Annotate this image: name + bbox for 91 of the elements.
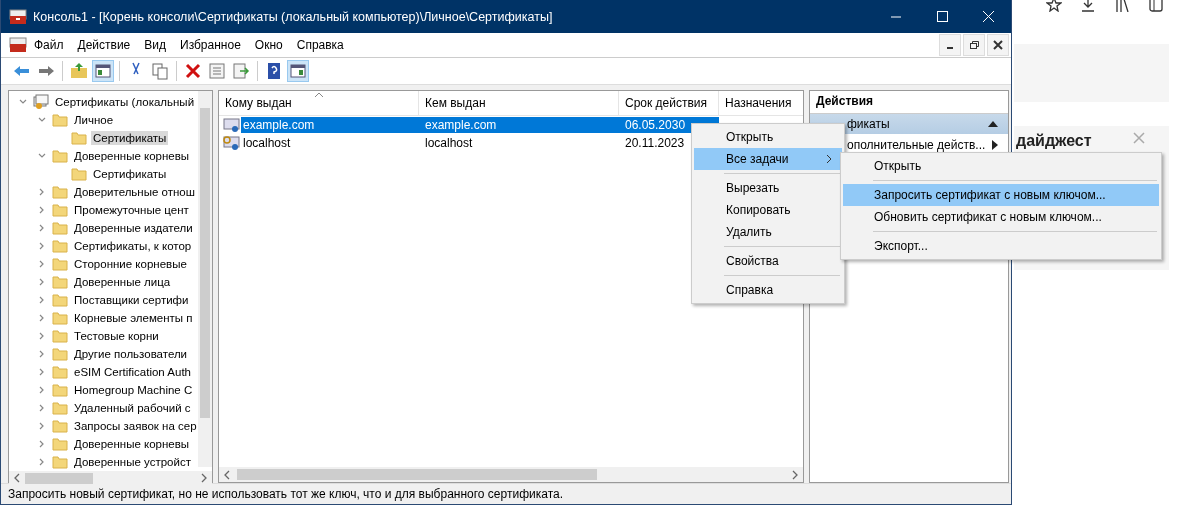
- tree-item[interactable]: Сертификаты: [91, 167, 169, 181]
- folder-icon: [52, 257, 68, 271]
- folder-icon: [71, 131, 87, 145]
- folder-icon: [52, 329, 68, 343]
- tree-item[interactable]: Доверенные корневы: [72, 149, 192, 163]
- close-icon[interactable]: [1133, 132, 1145, 144]
- menu-item[interactable]: Избранное: [173, 38, 248, 52]
- download-icon[interactable]: [1080, 0, 1096, 12]
- menu-item[interactable]: Удалить: [694, 221, 842, 243]
- table-cell[interactable]: localhost: [241, 135, 419, 151]
- folder-icon: [52, 437, 68, 451]
- tree-item[interactable]: Тестовые корни: [72, 329, 161, 343]
- sidebar-icon[interactable]: [1148, 0, 1164, 12]
- column-header[interactable]: Назначения: [719, 91, 803, 115]
- certificate-key-icon: [223, 135, 241, 151]
- copy-icon[interactable]: [149, 60, 171, 82]
- pane-icon[interactable]: [287, 60, 309, 82]
- folder-icon: [52, 293, 68, 307]
- tree-item[interactable]: Доверенные издатели: [72, 221, 195, 235]
- tree-item[interactable]: Запросы заявок на сер: [72, 419, 199, 433]
- tree-item[interactable]: Доверенные корневы: [72, 437, 192, 451]
- tree-item[interactable]: Другие пользователи: [72, 347, 190, 361]
- tree-item[interactable]: Доверительные отнош: [72, 185, 197, 199]
- menu-item[interactable]: Открыть: [843, 155, 1159, 177]
- folder-icon: [52, 239, 68, 253]
- folder-icon: [52, 365, 68, 379]
- tree-item[interactable]: Сертификаты: [91, 131, 169, 145]
- vertical-scrollbar[interactable]: [198, 91, 212, 467]
- folder-icon: [52, 383, 68, 397]
- tree-item[interactable]: Сертификаты (локальный: [53, 95, 197, 109]
- window-title: Консоль1 - [Корень консоли\Сертификаты (локальный компьютер)\Личное\Сертификаты]: [33, 9, 554, 24]
- tree-item[interactable]: Доверенные лица: [72, 275, 173, 289]
- folder-icon: [52, 347, 68, 361]
- folder-icon: [52, 185, 68, 199]
- folder-icon: [52, 149, 68, 163]
- toolbox-icon: [9, 8, 27, 25]
- status-text: Запросить новый сертификат, но не использовать тот же ключ, что и для выбранного сертификата.: [8, 487, 563, 501]
- menu-item[interactable]: Вырезать: [694, 177, 842, 199]
- folder-icon: [52, 113, 68, 127]
- folder-icon: [52, 221, 68, 235]
- card-title: дайджест: [1016, 132, 1092, 150]
- close-button[interactable]: [987, 34, 1009, 56]
- tree-item[interactable]: Доверенные устройст: [72, 455, 193, 469]
- menu-item[interactable]: Экспорт...: [843, 235, 1159, 257]
- folder-icon: [52, 203, 68, 217]
- export-icon[interactable]: [230, 60, 252, 82]
- certificate-store-icon: [33, 94, 49, 110]
- tree-item[interactable]: Промежуточные цент: [72, 203, 191, 217]
- menu-item[interactable]: Действие: [70, 38, 138, 52]
- collapse-caret-icon: [988, 121, 998, 127]
- folder-icon: [52, 401, 68, 415]
- folder-icon: [52, 311, 68, 325]
- submenu-caret-icon: [992, 140, 998, 150]
- star-icon[interactable]: [1046, 0, 1062, 12]
- tree-item[interactable]: Корневые элементы п: [72, 311, 195, 325]
- table-cell[interactable]: localhost: [419, 135, 619, 151]
- menu-item[interactable]: Свойства: [694, 250, 842, 272]
- column-header[interactable]: Кому выдан: [219, 91, 419, 115]
- menu-item[interactable]: Запросить сертификат с новым ключом...: [843, 184, 1159, 206]
- minimize-button[interactable]: [939, 34, 961, 56]
- tree-item[interactable]: Поставщики сертифи: [72, 293, 191, 307]
- table-cell[interactable]: example.com: [419, 117, 619, 133]
- toolbox-icon[interactable]: [9, 37, 27, 53]
- library-icon[interactable]: [1114, 0, 1130, 12]
- folder-icon: [52, 419, 68, 433]
- tree-item[interactable]: eSIM Certification Auth: [72, 365, 193, 379]
- menu-item[interactable]: Окно: [247, 38, 290, 52]
- menu-item[interactable]: Справка: [289, 38, 351, 52]
- folder-icon: [52, 455, 68, 469]
- menu-item[interactable]: Вид: [137, 38, 173, 52]
- horizontal-scrollbar[interactable]: [9, 471, 212, 485]
- folder-icon: [52, 275, 68, 289]
- menu-item[interactable]: Копировать: [694, 199, 842, 221]
- certificate-icon: [223, 117, 241, 133]
- restore-button[interactable]: [963, 34, 985, 56]
- table-cell[interactable]: example.com: [241, 117, 419, 133]
- tree-item[interactable]: Сторонние корневые: [72, 257, 189, 271]
- pane-icon[interactable]: [92, 60, 114, 82]
- actions-section[interactable]: фикаты: [810, 114, 1008, 134]
- tree-item[interactable]: Homegroup Machine C: [72, 383, 195, 397]
- menu-item[interactable]: Обновить сертификат с новым ключом...: [843, 206, 1159, 228]
- menu-item[interactable]: Файл: [27, 38, 71, 52]
- column-header[interactable]: Срок действия: [619, 91, 719, 115]
- folder-icon: [71, 167, 87, 181]
- column-header[interactable]: Кем выдан: [419, 91, 619, 115]
- menu-item[interactable]: Справка: [694, 279, 842, 301]
- tree-item[interactable]: Сертификаты, к котор: [72, 239, 194, 253]
- tree-item[interactable]: Личное: [72, 113, 116, 127]
- tree-item[interactable]: Удаленный рабочий с: [72, 401, 193, 415]
- horizontal-scrollbar[interactable]: [219, 467, 803, 482]
- menu-item[interactable]: Все задачи: [694, 148, 842, 170]
